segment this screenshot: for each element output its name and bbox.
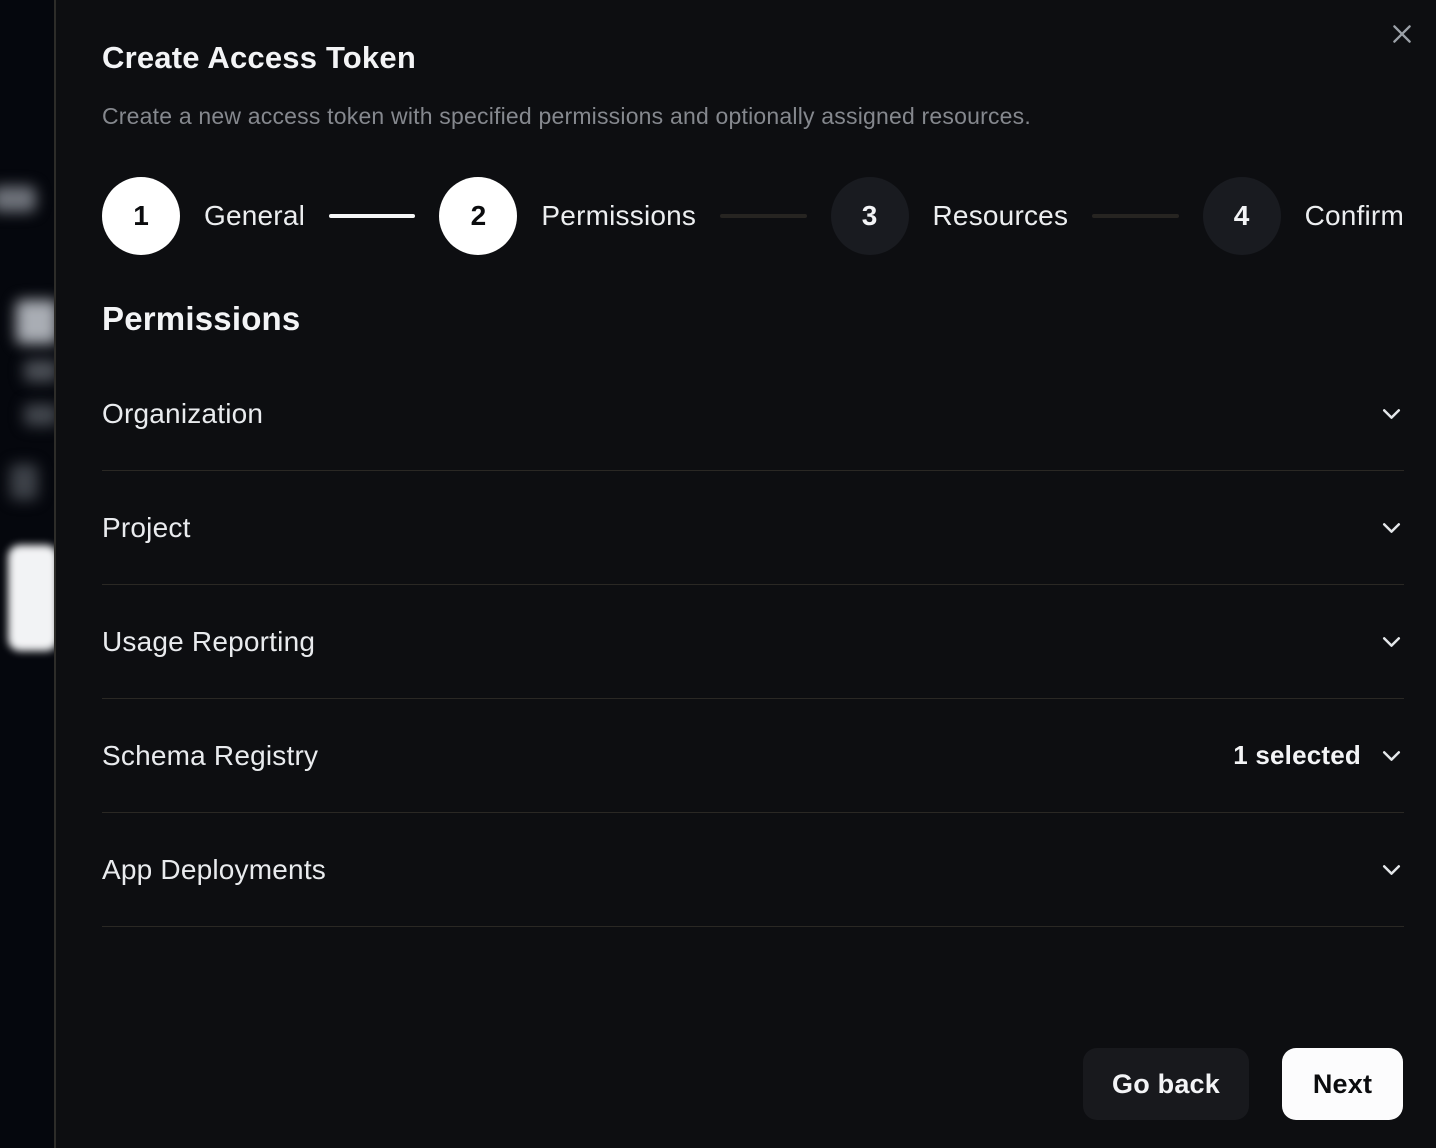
- step-number-circle: 4: [1203, 177, 1281, 255]
- accordion-label: Organization: [102, 398, 263, 430]
- modal-title: Create Access Token: [102, 40, 1404, 76]
- stepper-connector: [1092, 214, 1178, 218]
- step-general[interactable]: 1 General: [102, 177, 305, 255]
- step-label: General: [204, 200, 305, 232]
- blurred-page-heading: [16, 300, 54, 344]
- chevron-down-icon: [1379, 857, 1404, 882]
- close-icon: [1389, 21, 1415, 47]
- accordion-usage-reporting[interactable]: Usage Reporting: [102, 585, 1404, 699]
- accordion-label: App Deployments: [102, 854, 326, 886]
- step-permissions[interactable]: 2 Permissions: [439, 177, 696, 255]
- accordion-label: Schema Registry: [102, 740, 318, 772]
- permissions-heading: Permissions: [102, 300, 1404, 338]
- chevron-down-icon: [1379, 515, 1404, 540]
- stepper: 1 General 2 Permissions 3 Resources 4 Co…: [102, 177, 1404, 255]
- underlying-page-strip: [0, 0, 54, 1148]
- step-confirm[interactable]: 4 Confirm: [1203, 177, 1404, 255]
- next-button[interactable]: Next: [1282, 1048, 1403, 1120]
- blurred-page-text: [24, 404, 54, 426]
- step-label: Resources: [933, 200, 1069, 232]
- blurred-nav-text: [0, 186, 36, 212]
- step-label: Confirm: [1305, 200, 1404, 232]
- blurred-page-text: [24, 360, 54, 382]
- blurred-white-button: [8, 545, 54, 651]
- step-number-circle: 3: [831, 177, 909, 255]
- accordion-project[interactable]: Project: [102, 471, 1404, 585]
- accordion-organization[interactable]: Organization: [102, 357, 1404, 471]
- chevron-down-icon: [1379, 629, 1404, 654]
- stepper-connector: [329, 214, 415, 218]
- accordion-label: Usage Reporting: [102, 626, 315, 658]
- chevron-down-icon: [1379, 743, 1404, 768]
- step-resources[interactable]: 3 Resources: [831, 177, 1069, 255]
- permissions-accordion-list: Organization Project Usage Reporting: [102, 357, 1404, 927]
- blurred-page-icon: [10, 464, 38, 500]
- close-button[interactable]: [1386, 18, 1418, 50]
- step-label: Permissions: [541, 200, 696, 232]
- modal-subtitle: Create a new access token with specified…: [102, 103, 1404, 130]
- accordion-label: Project: [102, 512, 191, 544]
- selected-count-badge: 1 selected: [1233, 740, 1361, 771]
- modal-footer: Go back Next: [1083, 1048, 1403, 1120]
- accordion-schema-registry[interactable]: Schema Registry 1 selected: [102, 699, 1404, 813]
- go-back-button[interactable]: Go back: [1083, 1048, 1249, 1120]
- step-number-circle: 1: [102, 177, 180, 255]
- create-access-token-modal: Create Access Token Create a new access …: [54, 0, 1436, 1148]
- stepper-connector: [720, 214, 806, 218]
- accordion-app-deployments[interactable]: App Deployments: [102, 813, 1404, 927]
- chevron-down-icon: [1379, 401, 1404, 426]
- step-number-circle: 2: [439, 177, 517, 255]
